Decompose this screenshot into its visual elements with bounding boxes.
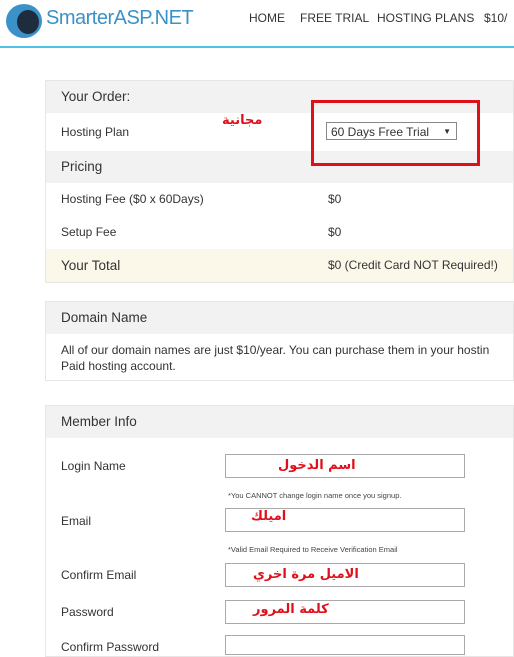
total-label: Your Total — [61, 258, 121, 273]
email-annotation: اميلك — [251, 509, 287, 524]
domain-panel: Domain Name All of our domain names are … — [45, 301, 514, 381]
password-label: Password — [61, 605, 114, 619]
email-label: Email — [61, 514, 92, 528]
nav-free-trial[interactable]: FREE TRIAL — [300, 11, 369, 25]
nav-hosting-plans[interactable]: HOSTING PLANS — [377, 11, 474, 25]
hosting-plan-label: Hosting Plan — [61, 125, 130, 139]
domain-title: Domain Name — [46, 302, 513, 334]
header: SmarterASP.NET HOME FREE TRIAL HOSTING P… — [0, 0, 514, 48]
nav-home[interactable]: HOME — [249, 11, 285, 25]
total-row: Your Total $0 (Credit Card NOT Required!) — [46, 249, 513, 282]
logo-icon[interactable] — [6, 4, 42, 38]
confirm-email-input[interactable]: الاميل مرة اخري — [225, 563, 465, 587]
password-input[interactable]: كلمة المرور — [225, 600, 465, 624]
email-input[interactable]: اميلك — [225, 508, 465, 532]
login-name-label: Login Name — [61, 459, 126, 473]
confirm-password-input[interactable] — [225, 635, 465, 655]
nav-domain[interactable]: $10/ — [484, 11, 507, 25]
hosting-fee-value: $0 — [328, 192, 342, 206]
login-annotation: اسم الدخول — [278, 458, 356, 473]
hosting-fee-label: Hosting Fee ($0 x 60Days) — [61, 192, 204, 206]
brand-name[interactable]: SmarterASP.NET — [46, 7, 194, 30]
login-note: *You CANNOT change login name once you s… — [228, 491, 402, 500]
total-value: $0 (Credit Card NOT Required!) — [328, 258, 498, 272]
annotation-free: مجانية — [222, 113, 263, 128]
annotation-highlight-box — [311, 100, 480, 166]
confirm-email-label: Confirm Email — [61, 568, 137, 582]
hosting-fee-row: Hosting Fee ($0 x 60Days) $0 — [46, 183, 513, 216]
login-name-input[interactable]: اسم الدخول — [225, 454, 465, 478]
setup-fee-value: $0 — [328, 225, 342, 239]
domain-text: All of our domain names are just $10/yea… — [61, 343, 490, 357]
confirm-email-annotation: الاميل مرة اخري — [253, 567, 359, 582]
member-title: Member Info — [46, 406, 513, 438]
domain-text-2: Paid hosting account. — [61, 359, 176, 373]
setup-fee-label: Setup Fee — [61, 225, 117, 239]
setup-fee-row: Setup Fee $0 — [46, 216, 513, 249]
confirm-password-label: Confirm Password — [61, 640, 160, 654]
email-note: *Valid Email Required to Receive Verific… — [228, 545, 398, 554]
password-annotation: كلمة المرور — [253, 602, 329, 617]
